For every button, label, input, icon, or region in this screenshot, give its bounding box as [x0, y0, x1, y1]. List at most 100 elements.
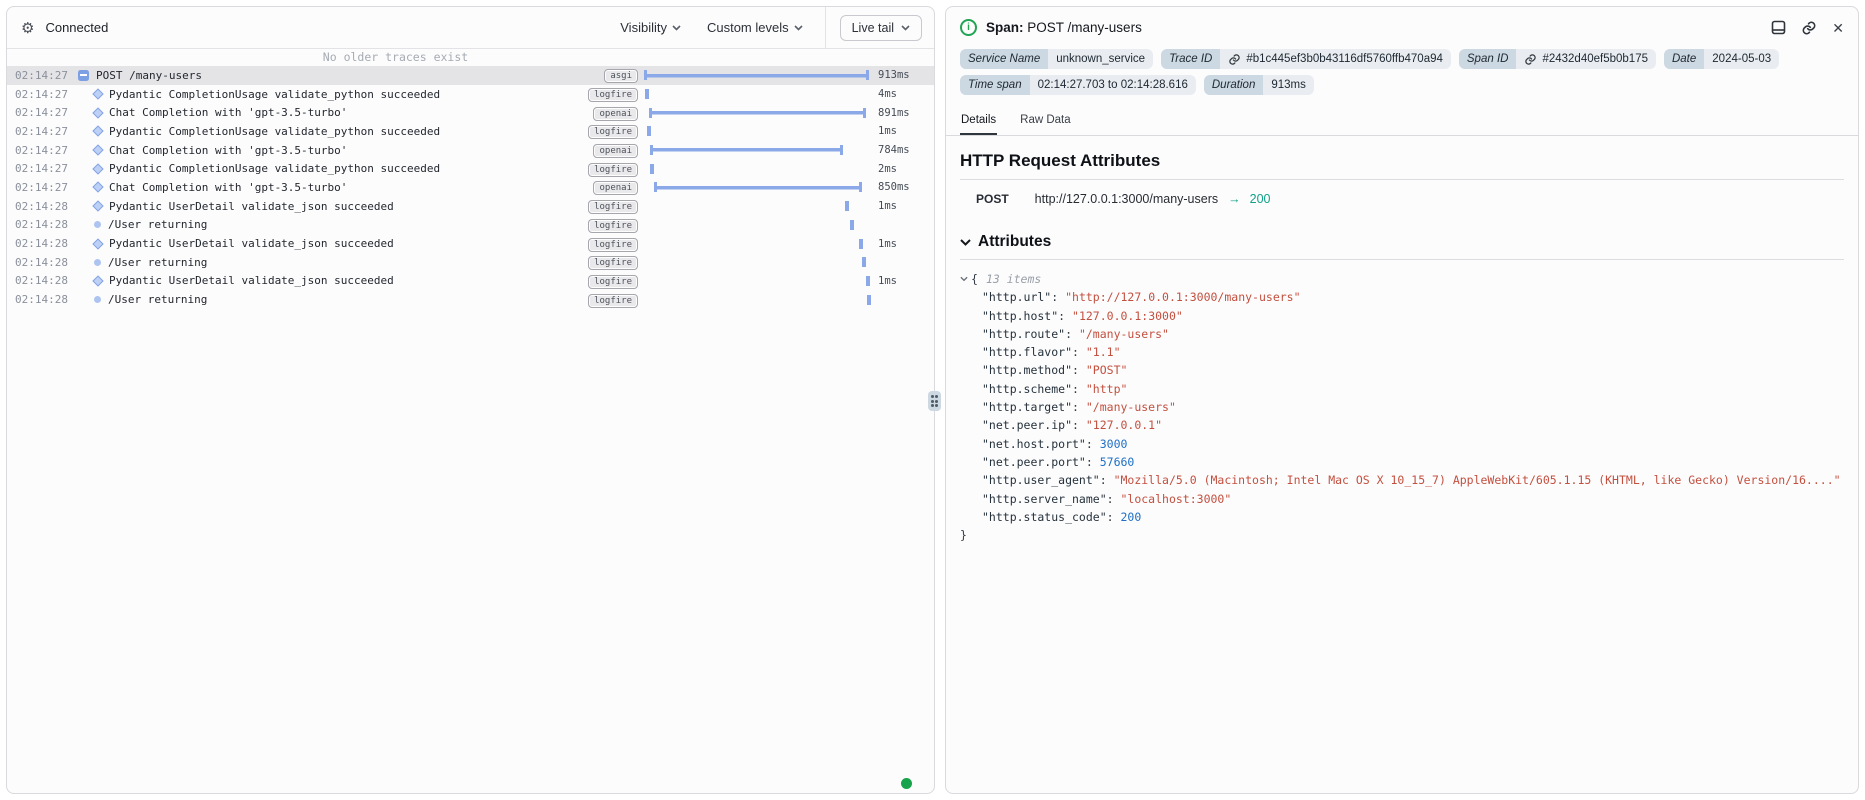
badge-value-text: 2024-05-03: [1712, 52, 1771, 67]
badge-value-text: unknown_service: [1056, 52, 1145, 67]
trace-row[interactable]: 02:14:28/User returninglogfire: [7, 216, 934, 235]
live-tail-button[interactable]: Live tail: [840, 15, 922, 41]
json-colon: :: [1086, 453, 1100, 471]
trace-duration: 891ms: [878, 107, 910, 119]
trace-row[interactable]: 02:14:28Pydantic UserDetail validate_jso…: [7, 234, 934, 253]
details-tabs: Details Raw Data: [946, 110, 1858, 136]
info-icon: i: [960, 19, 977, 36]
trace-timestamp: 02:14:27: [15, 69, 71, 82]
json-key: "http.method": [982, 361, 1072, 379]
json-value: "POST": [1086, 361, 1128, 379]
panel-resize-handle[interactable]: [928, 391, 941, 411]
trace-list: 02:14:27POST /many-usersasgi913ms02:14:2…: [7, 66, 934, 309]
metadata-badge: Service Name unknown_service: [960, 49, 1153, 69]
duration-bar: [647, 126, 651, 136]
json-entry: "http.status_code": 200: [982, 508, 1844, 526]
trace-timestamp: 02:14:27: [15, 162, 71, 175]
http-request-attributes-title: HTTP Request Attributes: [960, 151, 1844, 171]
trace-row[interactable]: 02:14:27Pydantic CompletionUsage validat…: [7, 159, 934, 178]
link-icon: [1524, 53, 1537, 66]
json-key: "http.status_code": [982, 508, 1107, 526]
attributes-section-header[interactable]: Attributes: [960, 233, 1844, 251]
span-diamond-icon: [92, 88, 103, 99]
timeline-area: [644, 85, 869, 104]
tag-label: openai: [593, 107, 638, 121]
request-method: POST: [976, 192, 1009, 206]
duration-bar: [845, 201, 849, 211]
trace-timestamp: 02:14:27: [15, 88, 71, 101]
badge-label: Service Name: [960, 49, 1048, 69]
live-tail-indicator-dot: [901, 778, 912, 789]
timeline-area: [644, 103, 869, 122]
trace-duration: 1ms: [878, 200, 897, 212]
json-value: 57660: [1100, 453, 1135, 471]
chevron-down-icon: [794, 25, 803, 31]
span-diamond-icon: [92, 238, 103, 249]
span-diamond-icon: [92, 182, 103, 193]
tag-label: openai: [593, 181, 638, 195]
span-details-panel: i Span: POST /many-users ✕ Service Nameu…: [945, 6, 1859, 794]
tab-details[interactable]: Details: [960, 110, 997, 135]
json-open-line[interactable]: {13 items: [960, 270, 1844, 288]
json-item-count: 13 items: [986, 270, 1041, 288]
json-value: "/many-users": [1086, 398, 1176, 416]
json-entry: "http.flavor": "1.1": [982, 343, 1844, 361]
section-divider: [960, 179, 1844, 180]
json-colon: :: [1058, 307, 1072, 325]
json-value: 200: [1120, 508, 1141, 526]
trace-timestamp: 02:14:27: [15, 106, 71, 119]
tag-label: logfire: [588, 163, 638, 177]
collapse-toggle-icon[interactable]: [78, 70, 89, 81]
close-icon[interactable]: ✕: [1832, 21, 1844, 35]
visibility-dropdown[interactable]: Visibility: [620, 20, 681, 35]
metadata-badge: Time span02:14:27.703 to 02:14:28.616: [960, 75, 1196, 95]
json-entry: "http.user_agent": "Mozilla/5.0 (Macinto…: [982, 471, 1844, 489]
tag-label: logfire: [588, 238, 638, 252]
tag-label: logfire: [588, 256, 638, 270]
json-key: "net.peer.ip": [982, 416, 1072, 434]
trace-name: /User returning: [108, 218, 207, 231]
trace-row[interactable]: 02:14:27Pydantic CompletionUsage validat…: [7, 122, 934, 141]
tab-raw-data[interactable]: Raw Data: [1019, 110, 1072, 135]
duration-bar: [654, 182, 862, 192]
section-divider: [960, 259, 1844, 260]
trace-duration: 1ms: [878, 238, 897, 250]
span-diamond-icon: [92, 126, 103, 137]
trace-duration: 2ms: [878, 163, 897, 175]
json-colon: :: [1051, 288, 1065, 306]
json-value: "http://127.0.0.1:3000/many-users": [1065, 288, 1300, 306]
json-key: "http.flavor": [982, 343, 1072, 361]
trace-row[interactable]: 02:14:27Chat Completion with 'gpt-3.5-tu…: [7, 141, 934, 160]
json-entry: "http.server_name": "localhost:3000": [982, 490, 1844, 508]
json-key: "http.host": [982, 307, 1058, 325]
trace-timestamp: 02:14:28: [15, 274, 71, 287]
trace-row[interactable]: 02:14:28/User returninglogfire: [7, 290, 934, 309]
json-entry: "http.method": "POST": [982, 361, 1844, 379]
trace-name: Pydantic UserDetail validate_json succee…: [109, 274, 394, 287]
trace-row[interactable]: 02:14:27 Pydantic CompletionUsage validat…: [7, 85, 934, 104]
trace-timestamp: 02:14:27: [15, 181, 71, 194]
trace-name: Pydantic UserDetail validate_json succee…: [109, 200, 394, 213]
trace-row[interactable]: 02:14:28Pydantic UserDetail validate_jso…: [7, 197, 934, 216]
trace-duration: 850ms: [878, 181, 910, 193]
custom-levels-dropdown[interactable]: Custom levels: [707, 20, 803, 35]
trace-row[interactable]: 02:14:27Chat Completion with 'gpt-3.5-tu…: [7, 178, 934, 197]
chevron-down-icon: [960, 239, 971, 246]
json-entry: "http.route": "/many-users": [982, 325, 1844, 343]
tag-pill: logfire: [588, 199, 638, 213]
trace-row[interactable]: 02:14:28/User returninglogfire: [7, 253, 934, 272]
trace-row[interactable]: 02:14:27Chat Completion with 'gpt-3.5-tu…: [7, 103, 934, 122]
dock-panel-icon[interactable]: [1771, 20, 1786, 35]
trace-row[interactable]: 02:14:27POST /many-usersasgi913ms: [7, 66, 934, 85]
badge-value[interactable]: #2432d40ef5b0b175: [1516, 49, 1656, 69]
log-circle-icon: [94, 259, 101, 266]
trace-row[interactable]: 02:14:28 Pydantic UserDetail validate_jso…: [7, 272, 934, 291]
settings-gear-icon[interactable]: ⚙: [21, 19, 34, 37]
trace-timestamp: 02:14:28: [15, 293, 71, 306]
link-icon[interactable]: [1801, 20, 1817, 36]
badge-label: Span ID: [1459, 49, 1517, 69]
json-value: "http": [1086, 380, 1128, 398]
badge-value[interactable]: #b1c445ef3b0b43116df5760ffb470a94: [1220, 49, 1451, 69]
timeline-area: [644, 66, 869, 85]
trace-name: Pydantic CompletionUsage validate_python…: [109, 88, 440, 101]
